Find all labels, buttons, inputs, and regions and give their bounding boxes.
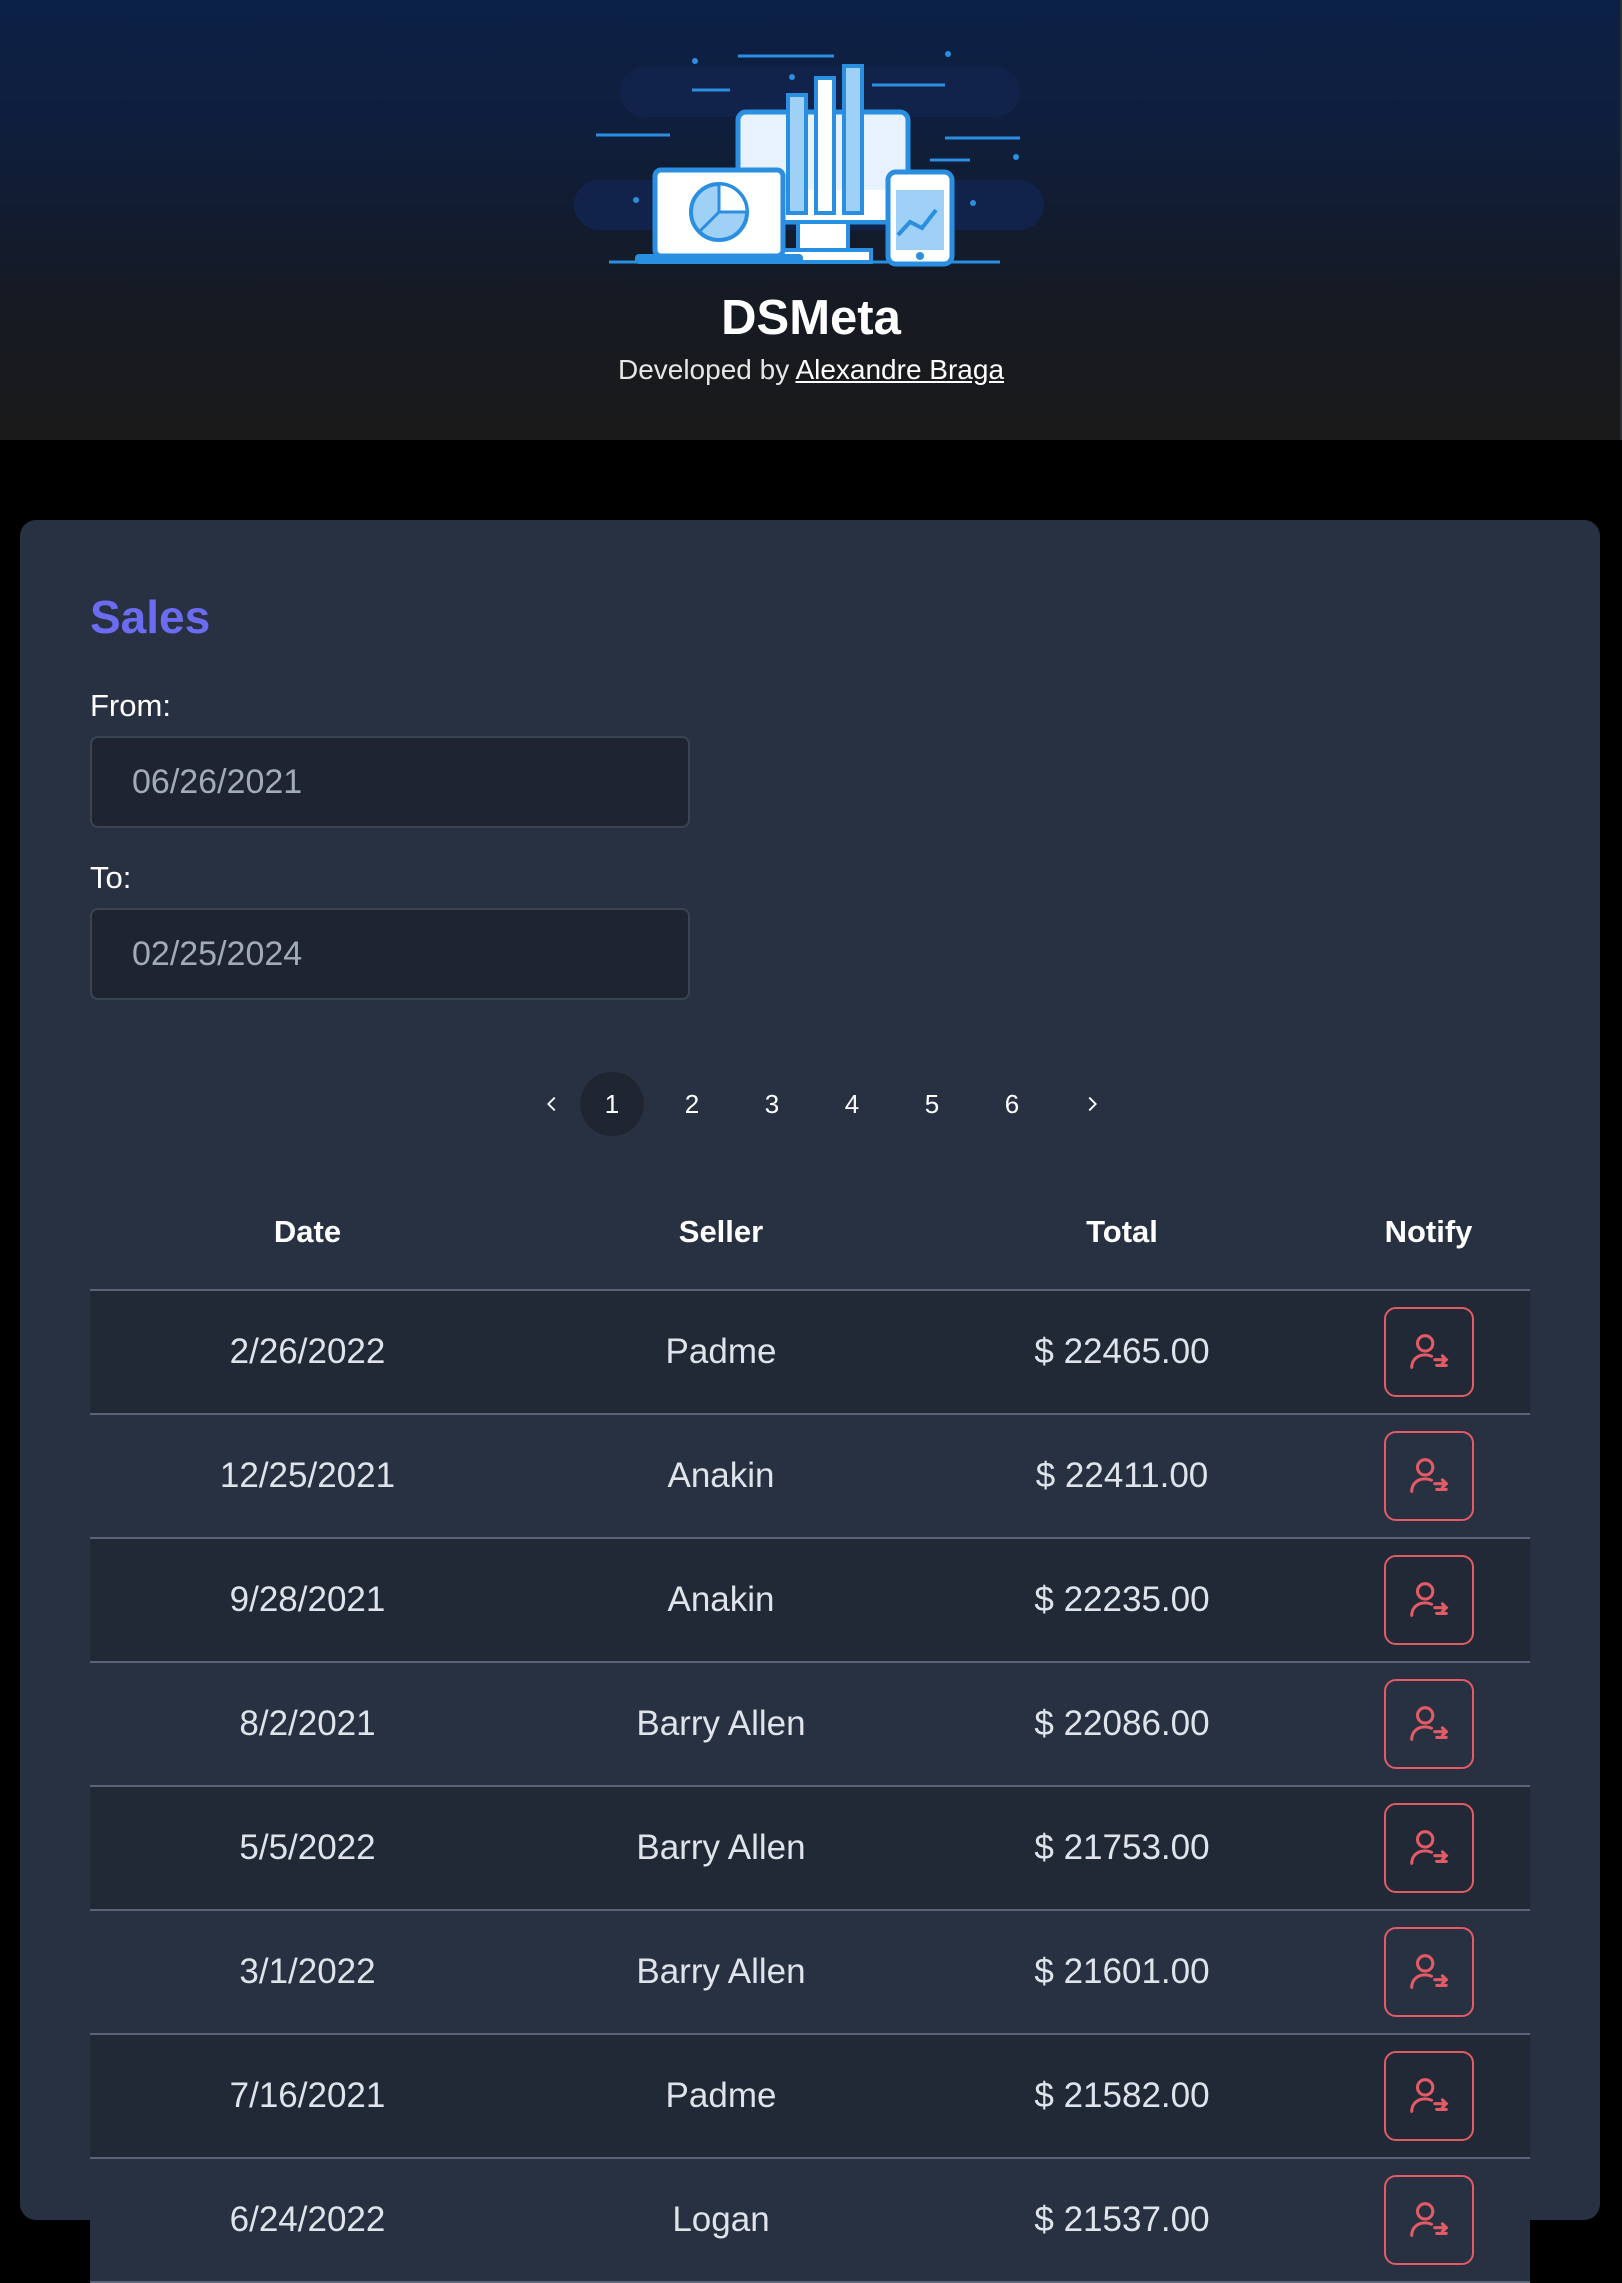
table-row: 3/1/2022 Barry Allen $ 21601.00 [90, 1910, 1530, 2035]
row-total: $ 22086.00 [917, 1662, 1327, 1787]
sales-table: Date Seller Total Notify 2/26/2022 Padme… [90, 1175, 1530, 2283]
row-total: $ 21537.00 [917, 2158, 1327, 2283]
previous-page-button[interactable] [520, 1072, 584, 1136]
row-notify-cell [1327, 1538, 1530, 1663]
dashboard-devices-illustration-icon [574, 51, 1044, 267]
user-notify-icon [1409, 1458, 1448, 1493]
row-date: 2/26/2022 [90, 1290, 525, 1415]
table-row: 7/16/2021 Padme $ 21582.00 [90, 2034, 1530, 2159]
row-total: $ 21753.00 [917, 1786, 1327, 1911]
page-button-1[interactable]: 1 [580, 1072, 644, 1136]
row-seller: Logan [525, 2158, 917, 2283]
sales-card: Sales From: To: 1 2 3 4 5 6 Date Seller … [20, 520, 1600, 2283]
pagination: 1 2 3 4 5 6 [20, 1072, 1600, 1136]
author-link[interactable]: Alexandre Braga [795, 354, 1004, 385]
app-header: DSMeta Developed by Alexandre Braga [0, 0, 1622, 440]
notify-button[interactable] [1383, 1679, 1474, 1769]
chevron-left-icon [547, 1096, 556, 1112]
row-seller: Barry Allen [525, 1910, 917, 2035]
row-date: 5/5/2022 [90, 1786, 525, 1911]
chevron-right-icon [1088, 1096, 1097, 1112]
row-seller: Padme [525, 1290, 917, 1415]
row-notify-cell [1327, 1786, 1530, 1911]
row-seller: Anakin [525, 1538, 917, 1663]
table-row: 8/2/2021 Barry Allen $ 22086.00 [90, 1662, 1530, 1787]
row-total: $ 21601.00 [917, 1910, 1327, 2035]
developer-credit: Developed by Alexandre Braga [0, 354, 1622, 386]
user-notify-icon [1409, 1582, 1448, 1617]
row-date: 7/16/2021 [90, 2034, 525, 2159]
row-notify-cell [1327, 2034, 1530, 2159]
next-page-button[interactable] [1060, 1072, 1124, 1136]
notify-button[interactable] [1383, 2051, 1474, 2141]
notify-button[interactable] [1383, 2175, 1474, 2265]
user-notify-icon [1409, 1830, 1448, 1865]
credit-prefix: Developed by [617, 354, 790, 385]
column-header-date: Date [90, 1175, 525, 1291]
table-row: 5/5/2022 Barry Allen $ 21753.00 [90, 1786, 1530, 1911]
table-row: 12/25/2021 Anakin $ 22411.00 [90, 1414, 1530, 1539]
user-notify-icon [1409, 1954, 1448, 1989]
column-header-notify: Notify [1327, 1175, 1530, 1291]
user-notify-icon [1409, 1706, 1448, 1741]
page-button-2[interactable]: 2 [660, 1072, 724, 1136]
row-date: 8/2/2021 [90, 1662, 525, 1787]
page-button-6[interactable]: 6 [980, 1072, 1044, 1136]
row-seller: Barry Allen [525, 1662, 917, 1787]
row-date: 12/25/2021 [90, 1414, 525, 1539]
notify-button[interactable] [1383, 1555, 1474, 1645]
table-header-row: Date Seller Total Notify [90, 1175, 1530, 1291]
user-notify-icon [1409, 2078, 1448, 2113]
from-date-input[interactable] [90, 736, 690, 828]
table-row: 9/28/2021 Anakin $ 22235.00 [90, 1538, 1530, 1663]
row-seller: Padme [525, 2034, 917, 2159]
notify-button[interactable] [1383, 1803, 1474, 1893]
app-title: DSMeta [721, 291, 901, 345]
row-total: $ 22465.00 [917, 1290, 1327, 1415]
row-notify-cell [1327, 1290, 1530, 1415]
notify-button[interactable] [1383, 1431, 1474, 1521]
page-button-4[interactable]: 4 [820, 1072, 884, 1136]
sales-title: Sales [90, 591, 211, 643]
page-button-3[interactable]: 3 [740, 1072, 804, 1136]
row-notify-cell [1327, 1662, 1530, 1787]
notify-button[interactable] [1383, 1307, 1474, 1397]
user-notify-icon [1409, 1334, 1448, 1369]
row-total: $ 21582.00 [917, 2034, 1327, 2159]
row-seller: Barry Allen [525, 1786, 917, 1911]
to-date-input[interactable] [90, 908, 690, 1000]
user-notify-icon [1409, 2202, 1448, 2237]
row-seller: Anakin [525, 1414, 917, 1539]
row-total: $ 22411.00 [917, 1414, 1327, 1539]
row-notify-cell [1327, 1910, 1530, 2035]
column-header-seller: Seller [525, 1175, 917, 1291]
to-label: To: [90, 860, 132, 895]
table-row: 6/24/2022 Logan $ 21537.00 [90, 2158, 1530, 2283]
row-date: 6/24/2022 [90, 2158, 525, 2283]
row-notify-cell [1327, 2158, 1530, 2283]
table-row: 2/26/2022 Padme $ 22465.00 [90, 1290, 1530, 1415]
from-label: From: [90, 688, 171, 723]
page-button-5[interactable]: 5 [900, 1072, 964, 1136]
row-notify-cell [1327, 1414, 1530, 1539]
column-header-total: Total [917, 1175, 1327, 1291]
row-date: 9/28/2021 [90, 1538, 525, 1663]
notify-button[interactable] [1383, 1927, 1474, 2017]
row-total: $ 22235.00 [917, 1538, 1327, 1663]
row-date: 3/1/2022 [90, 1910, 525, 2035]
